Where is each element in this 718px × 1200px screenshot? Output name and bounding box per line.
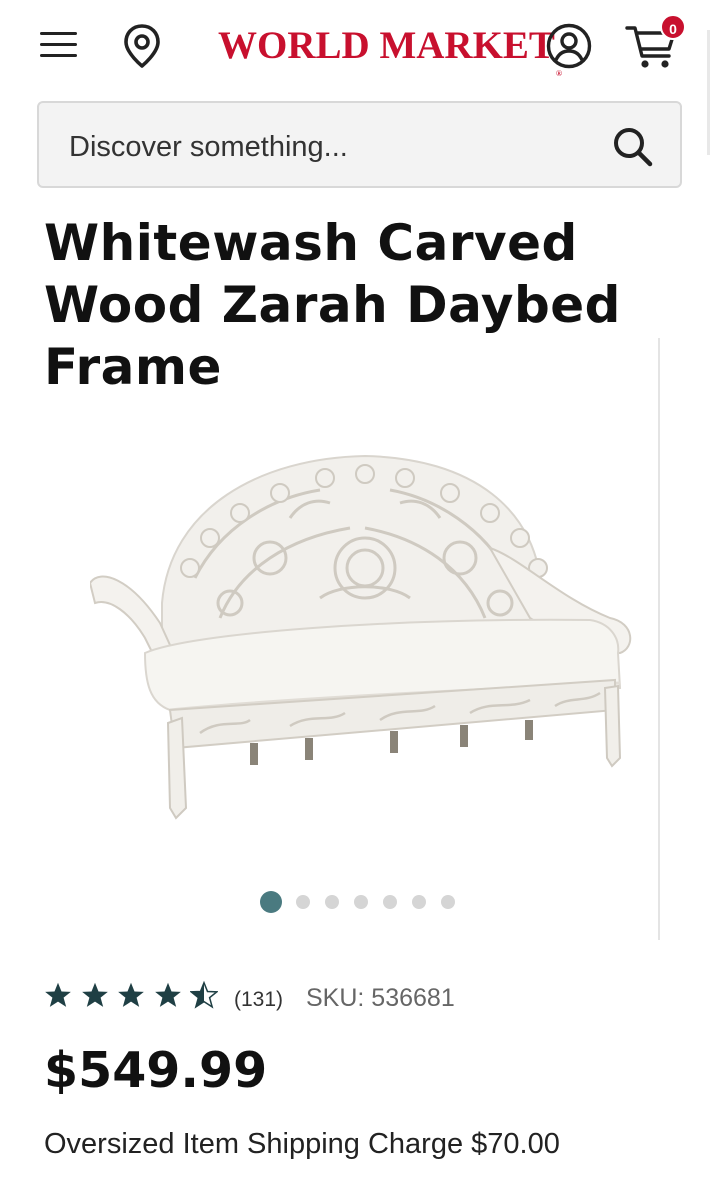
product-price: $549.99 <box>44 1042 268 1099</box>
sku-label: SKU: 536681 <box>306 984 455 1012</box>
carousel-dot[interactable] <box>260 891 282 913</box>
star-icon <box>154 982 181 1007</box>
carousel-dot[interactable] <box>325 895 339 909</box>
review-count[interactable]: (131) <box>234 988 283 1012</box>
shipping-charge-note: Oversized Item Shipping Charge $70.00 <box>44 1128 560 1160</box>
account-icon[interactable] <box>545 22 593 70</box>
star-icon <box>45 982 71 1007</box>
site-header: WORLD MARKET® 0 <box>0 0 718 155</box>
carousel-dot[interactable] <box>441 895 455 909</box>
gallery-divider <box>658 338 660 940</box>
image-carousel-dots <box>260 890 470 914</box>
search-input[interactable] <box>69 127 589 167</box>
star-icon <box>118 982 144 1007</box>
carousel-dot[interactable] <box>354 895 368 909</box>
menu-icon[interactable] <box>40 30 78 62</box>
half-star-icon <box>190 980 218 1009</box>
search-icon[interactable] <box>611 125 655 169</box>
search-bar <box>37 101 682 188</box>
rating-row: (131) SKU: 536681 <box>44 980 684 1016</box>
carousel-dot[interactable] <box>412 895 426 909</box>
star-icon <box>81 982 108 1007</box>
cart-count-badge: 0 <box>660 14 686 40</box>
location-pin-icon[interactable] <box>120 23 164 69</box>
carousel-dot[interactable] <box>383 895 397 909</box>
scrollbar[interactable] <box>707 30 710 155</box>
daybed-product-image[interactable] <box>90 448 640 828</box>
carousel-dot[interactable] <box>296 895 310 909</box>
star-rating[interactable] <box>44 980 227 1014</box>
world-market-logo[interactable]: WORLD MARKET® <box>218 24 562 78</box>
product-gallery[interactable] <box>40 338 660 940</box>
